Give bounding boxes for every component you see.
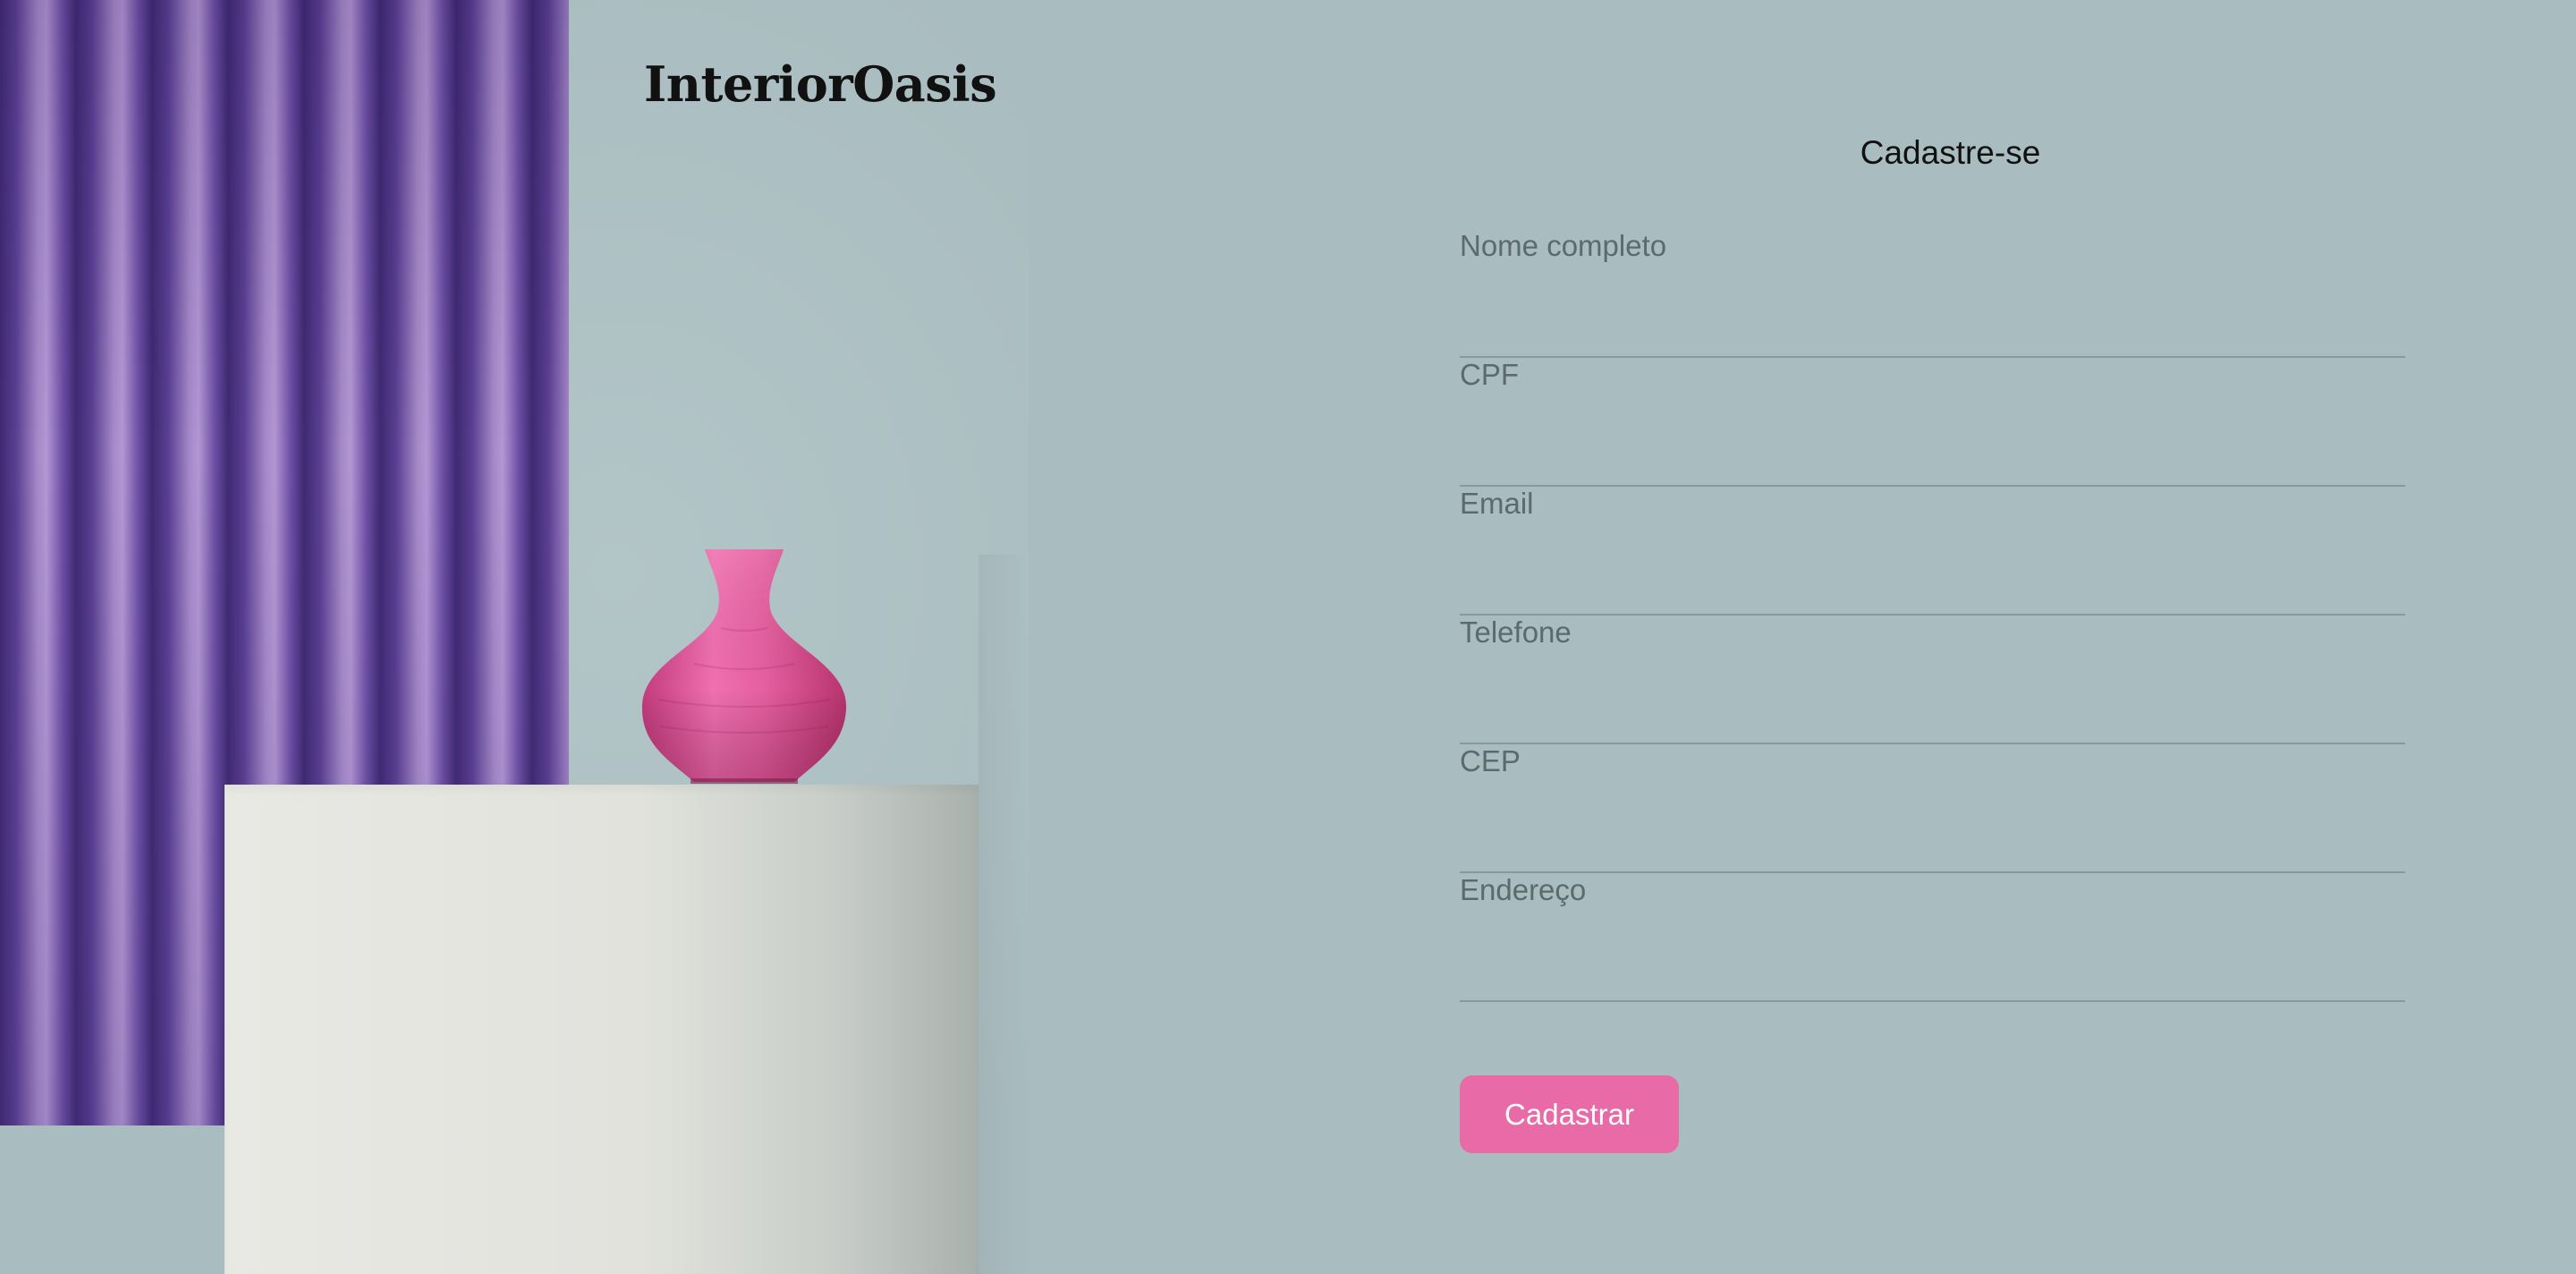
name-label: Nome completo [1460, 229, 1667, 262]
phone-label: Telefone [1460, 616, 1572, 649]
signup-form: Cadastre-se Nome completo CPF Email Tele… [1460, 134, 2409, 1153]
cpf-label: CPF [1460, 358, 1519, 391]
email-input[interactable] [1460, 556, 2409, 608]
name-input[interactable] [1460, 299, 2409, 351]
name-field: Nome completo [1460, 229, 2409, 358]
cep-input[interactable] [1460, 814, 2409, 866]
cep-label: CEP [1460, 744, 1521, 777]
cpf-field: CPF [1460, 358, 2409, 487]
cep-field: CEP [1460, 744, 2409, 873]
address-field: Endereço [1460, 873, 2409, 1002]
signup-page: InteriorOasis Cadastre-se Nome completo … [0, 0, 2576, 1274]
phone-field: Telefone [1460, 616, 2409, 744]
white-pedestal [225, 785, 979, 1274]
form-title: Cadastre-se [1860, 134, 2041, 171]
address-input[interactable] [1460, 943, 2409, 995]
submit-button[interactable]: Cadastrar [1460, 1075, 1679, 1153]
pedestal-shadow [979, 555, 1032, 1274]
hero-image [0, 0, 1032, 1274]
brand-logo[interactable]: InteriorOasis [644, 55, 997, 113]
email-field: Email [1460, 487, 2409, 616]
phone-input[interactable] [1460, 685, 2409, 737]
pink-vase [641, 549, 847, 784]
email-label: Email [1460, 487, 1534, 520]
address-label: Endereço [1460, 873, 1587, 906]
cpf-input[interactable] [1460, 428, 2409, 480]
